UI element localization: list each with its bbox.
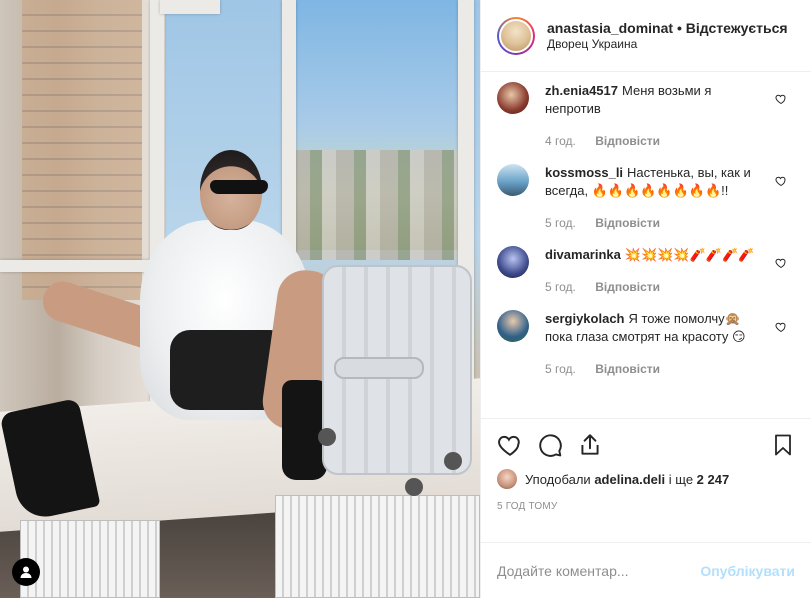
share-icon[interactable] xyxy=(577,432,603,458)
suitcase xyxy=(322,265,472,475)
post-username[interactable]: anastasia_dominat xyxy=(547,20,673,36)
user-tag-icon[interactable] xyxy=(12,558,40,586)
comment-input[interactable]: Додайте коментар... xyxy=(497,563,700,579)
post-location[interactable]: Дворец Украина xyxy=(547,36,788,52)
suitcase-handle xyxy=(334,357,424,379)
comment-time[interactable]: 5 год. xyxy=(545,280,576,294)
post-header: anastasia_dominat • Відстежується Дворец… xyxy=(481,0,811,72)
comment-icon[interactable] xyxy=(537,432,563,458)
comments-list[interactable]: zh.enia4517 Меня возьми я непротив 4 год.… xyxy=(481,72,811,418)
window-mullion xyxy=(160,0,220,14)
sunglasses xyxy=(210,180,268,194)
avatar[interactable] xyxy=(497,82,529,114)
avatar[interactable] xyxy=(497,310,529,342)
comment-time[interactable]: 5 год. xyxy=(545,362,576,376)
avatar[interactable] xyxy=(497,469,517,489)
comment-username[interactable]: divamarinka xyxy=(545,247,621,262)
radiator xyxy=(20,520,160,598)
heart-icon[interactable] xyxy=(775,92,787,110)
radiator xyxy=(275,495,480,598)
suitcase-wheel xyxy=(318,428,336,446)
likes-summary: Уподобали adelina.deli і ще 2 247 xyxy=(497,469,795,489)
comment-time[interactable]: 4 год. xyxy=(545,134,576,148)
heart-icon[interactable] xyxy=(775,174,787,192)
reply-button[interactable]: Відповісти xyxy=(595,280,660,294)
suitcase-wheel xyxy=(405,478,423,496)
window-city xyxy=(292,150,464,260)
post-viewer: anastasia_dominat • Відстежується Дворец… xyxy=(0,0,811,598)
heart-icon[interactable] xyxy=(775,320,787,338)
list-item: divamarinka 💥💥💥💥🧨🧨🧨🧨 5 год. Відповісти xyxy=(497,246,795,296)
reply-button[interactable]: Відповісти xyxy=(595,134,660,148)
comment-time[interactable]: 5 год. xyxy=(545,216,576,230)
list-item: zh.enia4517 Меня возьми я непротив 4 год.… xyxy=(497,82,795,150)
likes-connector: і ще xyxy=(668,471,694,487)
list-item: kossmoss_li Настенька, вы, как и всегда, … xyxy=(497,164,795,232)
comment-username[interactable]: sergiykolach xyxy=(545,311,625,326)
post-timestamp[interactable]: 5 ГОД ТОМУ xyxy=(497,501,795,512)
post-photo[interactable] xyxy=(0,0,480,598)
building-left xyxy=(22,0,142,300)
avatar[interactable] xyxy=(497,164,529,196)
bookmark-icon[interactable] xyxy=(771,432,795,458)
likes-prefix: Уподобали xyxy=(525,471,591,487)
publish-button[interactable]: Опублікувати xyxy=(700,563,795,579)
comment-username[interactable]: kossmoss_li xyxy=(545,165,623,180)
avatar[interactable] xyxy=(497,16,535,55)
heart-icon[interactable] xyxy=(775,256,787,274)
comment-text: 💥💥💥💥🧨🧨🧨🧨 xyxy=(624,247,755,262)
suitcase-wheel xyxy=(444,452,462,470)
comment-username[interactable]: zh.enia4517 xyxy=(545,83,618,98)
follow-status[interactable]: Відстежується xyxy=(686,20,788,36)
list-item: sergiykolach Я тоже помолчу🙊 пока глаза с… xyxy=(497,310,795,378)
avatar[interactable] xyxy=(497,246,529,278)
liker-username[interactable]: adelina.deli xyxy=(594,472,665,487)
reply-button[interactable]: Відповісти xyxy=(595,362,660,376)
post-actions: Уподобали adelina.deli і ще 2 247 5 ГОД … xyxy=(481,418,811,542)
add-comment-bar: Додайте коментар... Опублікувати xyxy=(481,542,811,598)
likes-count[interactable]: 2 247 xyxy=(697,472,730,487)
reply-button[interactable]: Відповісти xyxy=(595,216,660,230)
window-mullion xyxy=(0,260,165,272)
heart-icon[interactable] xyxy=(497,432,523,458)
post-sidebar: anastasia_dominat • Відстежується Дворец… xyxy=(480,0,811,598)
separator: • xyxy=(676,19,682,36)
